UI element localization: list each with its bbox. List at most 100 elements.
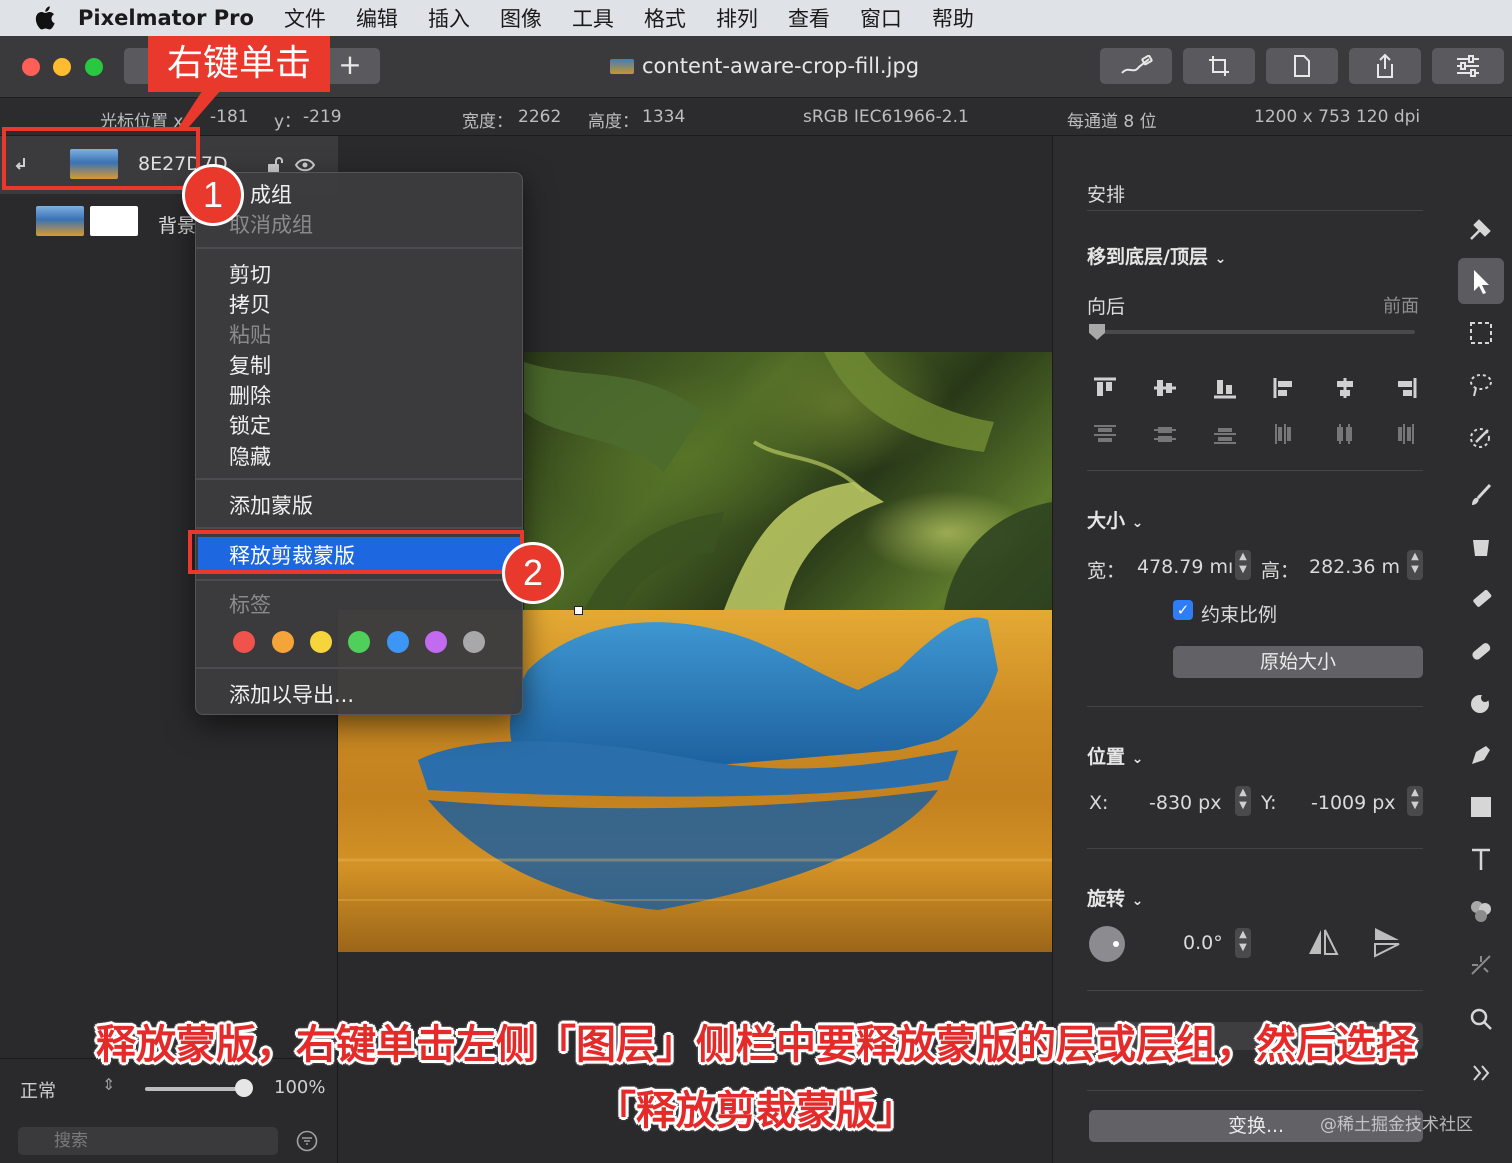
x-field[interactable]: -830 px: [1149, 792, 1221, 814]
annotation-highlight-menu-item: [188, 530, 524, 574]
adjustments-button[interactable]: [1432, 48, 1504, 84]
arrange-tool[interactable]: [1458, 258, 1504, 304]
menu-item-delete[interactable]: 删除: [229, 380, 271, 410]
annotation-step-1: 1: [182, 164, 244, 226]
menu-item-hide[interactable]: 隐藏: [229, 441, 271, 471]
rotation-dial[interactable]: [1089, 926, 1125, 962]
style-tool-button[interactable]: [1100, 48, 1172, 84]
paint-tool[interactable]: [1458, 472, 1504, 518]
menu-help[interactable]: 帮助: [932, 3, 974, 33]
distribute-right-icon[interactable]: [1389, 418, 1421, 450]
move-to-bottom-top-menu[interactable]: 移到底层/顶层 ⌄: [1087, 242, 1226, 269]
color-adjust-tool[interactable]: [1458, 888, 1504, 934]
flip-vertical-icon[interactable]: [1373, 926, 1401, 958]
selection-tool[interactable]: [1458, 310, 1504, 356]
lasso-icon: [1470, 374, 1492, 397]
tag-color-red[interactable]: [233, 631, 255, 653]
distribute-top-icon[interactable]: [1089, 418, 1121, 450]
color-select-tool[interactable]: [1458, 414, 1504, 460]
menu-item-lock[interactable]: 锁定: [229, 410, 271, 440]
pen-tool[interactable]: [1458, 732, 1504, 778]
effects-tool[interactable]: [1458, 942, 1504, 988]
tag-color-yellow[interactable]: [310, 631, 332, 653]
menu-insert[interactable]: 插入: [428, 3, 470, 33]
apple-icon[interactable]: [28, 2, 60, 34]
erase-tool[interactable]: [1458, 576, 1504, 622]
align-left-icon[interactable]: [1269, 372, 1301, 404]
eye-icon[interactable]: [295, 158, 315, 172]
menu-file[interactable]: 文件: [284, 3, 326, 33]
y-field[interactable]: -1009 px: [1311, 792, 1396, 814]
tag-color-blue[interactable]: [387, 631, 409, 653]
arrange-slider-knob[interactable]: [1089, 324, 1105, 340]
align-top-icon[interactable]: [1089, 372, 1121, 404]
width-field[interactable]: 478.79 mı: [1137, 556, 1233, 578]
retouch-tool[interactable]: [1458, 628, 1504, 674]
fill-tool[interactable]: [1458, 524, 1504, 570]
height-field[interactable]: 282.36 m: [1309, 556, 1400, 578]
rotation-field[interactable]: 0.0°: [1183, 932, 1223, 954]
arrange-slider-track[interactable]: [1089, 330, 1415, 334]
type-tool[interactable]: [1458, 836, 1504, 882]
menu-item-cut[interactable]: 剪切: [229, 259, 271, 289]
selection-handle[interactable]: [574, 606, 583, 615]
distribute-bottom-icon[interactable]: [1209, 418, 1241, 450]
width-stepper[interactable]: ▲ ▼: [1235, 550, 1251, 580]
menu-item-add-mask[interactable]: 添加蒙版: [229, 490, 313, 520]
tools-bar: [1450, 136, 1512, 1163]
chevron-down-icon: ⌄: [1131, 751, 1144, 767]
distort-tool[interactable]: [1458, 680, 1504, 726]
align-right-icon[interactable]: [1389, 372, 1421, 404]
tag-color-orange[interactable]: [272, 631, 294, 653]
tag-color-purple[interactable]: [425, 631, 447, 653]
menu-separator: [196, 247, 522, 249]
paintbrush-icon: [1472, 483, 1492, 505]
menu-tools[interactable]: 工具: [572, 3, 614, 33]
rectangle-shape-icon: [1471, 797, 1491, 817]
position-section-toggle[interactable]: 位置 ⌄: [1087, 742, 1143, 769]
color-profile: sRGB IEC61966-2.1: [803, 107, 969, 127]
constrain-proportions-checkbox[interactable]: ✓: [1173, 600, 1193, 620]
menu-item-copy[interactable]: 拷贝: [229, 289, 271, 319]
align-bottom-icon[interactable]: [1209, 372, 1241, 404]
style-tool[interactable]: [1458, 206, 1504, 252]
menu-edit[interactable]: 编辑: [356, 3, 398, 33]
distribute-left-icon[interactable]: [1269, 418, 1301, 450]
rotation-section-toggle[interactable]: 旋转 ⌄: [1087, 884, 1143, 911]
flip-horizontal-icon[interactable]: [1307, 928, 1339, 956]
move-to-bottom-top-label: 移到底层/顶层: [1087, 246, 1208, 268]
magic-selection-tool[interactable]: [1458, 362, 1504, 408]
tag-color-gray[interactable]: [463, 631, 485, 653]
close-window-button[interactable]: [22, 58, 40, 76]
align-row-top: [1089, 372, 1421, 404]
crop-tool-button[interactable]: [1183, 48, 1255, 84]
menu-item-duplicate[interactable]: 复制: [229, 350, 271, 380]
backward-label: 向后: [1087, 296, 1126, 318]
menu-view[interactable]: 查看: [788, 3, 830, 33]
align-vertical-center-icon[interactable]: [1149, 372, 1181, 404]
align-horizontal-center-icon[interactable]: [1329, 372, 1361, 404]
menu-item-group[interactable]: 成组: [250, 179, 292, 209]
tag-color-green[interactable]: [348, 631, 370, 653]
original-size-button[interactable]: 原始大小: [1173, 646, 1423, 678]
size-section-toggle[interactable]: 大小 ⌄: [1087, 506, 1143, 533]
app-menu[interactable]: Pixelmator Pro: [78, 6, 254, 30]
y-stepper[interactable]: ▲ ▼: [1407, 786, 1423, 816]
y-label: Y:: [1261, 792, 1277, 814]
marquee-icon: [1470, 322, 1492, 344]
menu-window[interactable]: 窗口: [860, 3, 902, 33]
distribute-middle-icon[interactable]: [1329, 418, 1361, 450]
share-button[interactable]: [1349, 48, 1421, 84]
menu-arrange[interactable]: 排列: [716, 3, 758, 33]
menu-image[interactable]: 图像: [500, 3, 542, 33]
page-button[interactable]: [1266, 48, 1338, 84]
height-stepper[interactable]: ▲ ▼: [1407, 550, 1423, 580]
distribute-center-icon[interactable]: [1149, 418, 1181, 450]
rotation-stepper[interactable]: ▲ ▼: [1235, 928, 1251, 958]
minimize-window-button[interactable]: [53, 58, 71, 76]
menu-item-add-to-export[interactable]: 添加以导出...: [229, 679, 354, 709]
x-stepper[interactable]: ▲ ▼: [1235, 786, 1251, 816]
shape-tool[interactable]: [1458, 784, 1504, 830]
menu-format[interactable]: 格式: [644, 3, 686, 33]
zoom-window-button[interactable]: [85, 58, 103, 76]
